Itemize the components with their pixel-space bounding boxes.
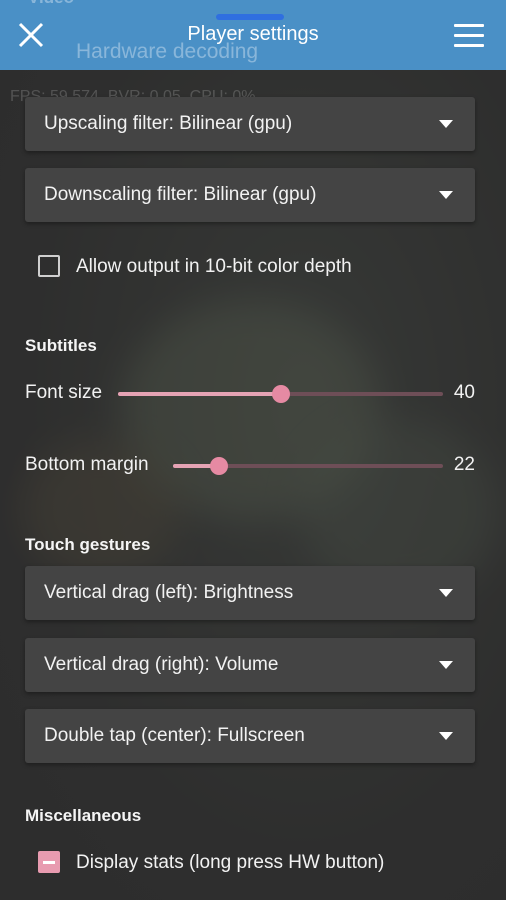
- upscaling-filter-dropdown[interactable]: Upscaling filter: Bilinear (gpu): [25, 97, 475, 151]
- bottom-margin-slider[interactable]: [173, 457, 443, 475]
- top-bar: Video Hardware decoding Player settings: [0, 0, 506, 70]
- subtitles-heading: Subtitles: [25, 336, 97, 355]
- chevron-down-icon: [439, 661, 453, 669]
- vertical-drag-right-dropdown[interactable]: Vertical drag (right): Volume: [25, 638, 475, 692]
- double-tap-dropdown[interactable]: Double tap (center): Fullscreen: [25, 709, 475, 763]
- close-icon: [18, 22, 44, 48]
- close-button[interactable]: [14, 18, 48, 52]
- miscellaneous-heading: Miscellaneous: [25, 806, 142, 825]
- chevron-down-icon: [439, 589, 453, 597]
- display-stats-label[interactable]: Display stats (long press HW button): [76, 852, 384, 874]
- ten-bit-label[interactable]: Allow output in 10-bit color depth: [76, 256, 352, 278]
- vertical-drag-left-dropdown[interactable]: Vertical drag (left): Brightness: [25, 566, 475, 620]
- chevron-down-icon: [439, 120, 453, 128]
- bottom-margin-label: Bottom margin: [25, 454, 149, 475]
- downscaling-filter-label: Downscaling filter: Bilinear (gpu): [44, 184, 317, 205]
- menu-icon-bar: [454, 34, 484, 37]
- font-size-slider-thumb[interactable]: [271, 385, 290, 403]
- menu-icon-bar: [454, 44, 484, 47]
- font-size-slider[interactable]: [118, 385, 443, 403]
- vertical-drag-left-label: Vertical drag (left): Brightness: [44, 582, 294, 603]
- font-size-label: Font size: [25, 382, 103, 403]
- bottom-margin-value: 22: [453, 454, 475, 475]
- upscaling-filter-label: Upscaling filter: Bilinear (gpu): [44, 113, 293, 134]
- page-title: Player settings: [187, 23, 319, 45]
- touch-gestures-heading: Touch gestures: [25, 535, 151, 554]
- double-tap-label: Double tap (center): Fullscreen: [44, 725, 305, 746]
- drag-handle[interactable]: [216, 14, 284, 20]
- chevron-down-icon: [439, 191, 453, 199]
- vertical-drag-right-label: Vertical drag (right): Volume: [44, 654, 279, 675]
- font-size-value: 40: [453, 382, 475, 403]
- bottom-margin-slider-thumb[interactable]: [209, 457, 228, 475]
- chevron-down-icon: [439, 732, 453, 740]
- downscaling-filter-dropdown[interactable]: Downscaling filter: Bilinear (gpu): [25, 168, 475, 222]
- menu-icon: [454, 24, 484, 27]
- menu-button[interactable]: [452, 22, 486, 50]
- ghost-section-label: Video: [28, 0, 74, 8]
- font-size-slider-fill: [118, 392, 281, 396]
- display-stats-checkbox[interactable]: [38, 851, 60, 873]
- ten-bit-checkbox[interactable]: [38, 255, 60, 277]
